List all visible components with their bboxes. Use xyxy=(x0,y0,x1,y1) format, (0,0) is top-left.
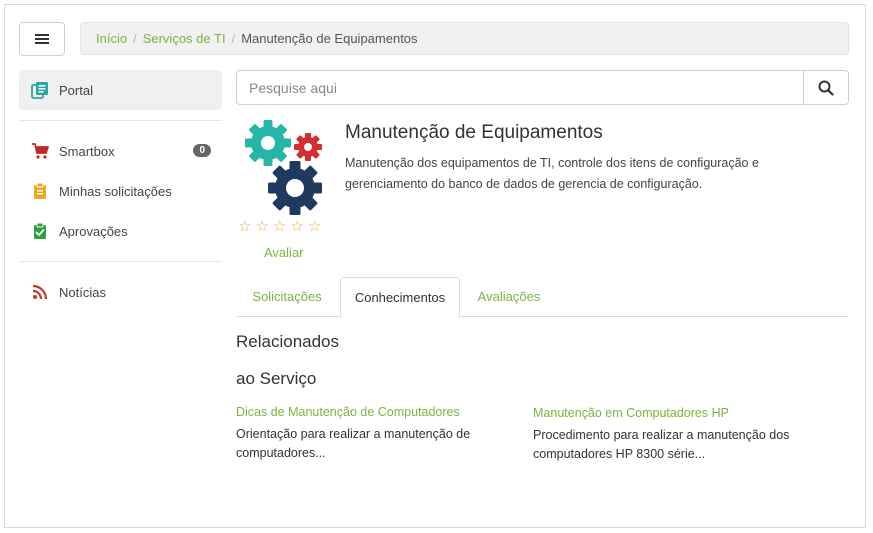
rating-stars: ☆ ☆ ☆ ☆ ☆ xyxy=(238,219,321,234)
cart-icon xyxy=(31,142,49,160)
breadcrumb-link-inicio[interactable]: Início xyxy=(96,31,127,46)
portal-icon xyxy=(31,81,49,99)
tab-conhecimentos[interactable]: Conhecimentos xyxy=(340,277,460,318)
sidebar-divider xyxy=(19,261,222,262)
breadcrumb-separator: / xyxy=(133,31,137,46)
sidebar-item-label: Minhas solicitações xyxy=(59,183,172,199)
article-description: Orientação para realizar a manutenção de… xyxy=(236,427,471,460)
sidebar-divider xyxy=(19,120,222,121)
article-card: Manutenção em Computadores HP Procedimen… xyxy=(533,404,823,464)
search-button[interactable] xyxy=(803,71,848,104)
sidebar-item-label: Notícias xyxy=(59,284,106,300)
breadcrumb-separator: / xyxy=(231,31,236,46)
article-description: Procedimento para realizar a manutenção … xyxy=(533,428,790,461)
tab-avaliacoes[interactable]: Avaliações xyxy=(462,277,556,317)
gears-icon xyxy=(240,116,328,216)
search-icon xyxy=(818,80,834,96)
service-description: Manutenção dos equipamentos de TI, contr… xyxy=(345,156,759,191)
sidebar-item-label: Smartbox xyxy=(59,143,115,159)
rss-icon xyxy=(31,283,49,301)
tab-bar: Solicitações Conhecimentos Avaliações xyxy=(236,277,849,318)
clipboard-icon xyxy=(31,182,49,200)
sidebar: Portal Smartbox 0 Minhas solicitações Ap… xyxy=(19,70,222,312)
rate-link[interactable]: Avaliar xyxy=(264,245,304,260)
tab-solicitacoes[interactable]: Solicitações xyxy=(236,277,338,317)
search-input[interactable] xyxy=(237,71,803,104)
sidebar-item-aprovacoes[interactable]: Aprovações xyxy=(19,211,222,251)
breadcrumb: Início / Serviços de TI / Manutenção de … xyxy=(80,22,849,55)
star-3[interactable]: ☆ xyxy=(273,219,286,234)
sidebar-item-label: Portal xyxy=(59,82,93,98)
star-5[interactable]: ☆ xyxy=(308,219,321,234)
service-title: Manutenção de Equipamentos xyxy=(345,122,603,143)
sidebar-item-noticias[interactable]: Notícias xyxy=(19,272,222,312)
clipboard-check-icon xyxy=(31,222,49,240)
article-title-link[interactable]: Dicas de Manutenção de Computadores xyxy=(236,403,526,421)
breadcrumb-link-servicos-ti[interactable]: Serviços de TI xyxy=(143,31,226,46)
sidebar-item-label: Aprovações xyxy=(59,223,128,239)
menu-toggle-button[interactable] xyxy=(19,22,65,56)
search-bar xyxy=(236,70,849,105)
sidebar-item-minhas-solicitacoes[interactable]: Minhas solicitações xyxy=(19,171,222,211)
sidebar-item-portal[interactable]: Portal xyxy=(19,70,222,110)
star-4[interactable]: ☆ xyxy=(290,219,303,234)
hamburger-icon xyxy=(35,34,49,44)
breadcrumb-current: Manutenção de Equipamentos xyxy=(241,31,418,46)
star-2[interactable]: ☆ xyxy=(255,219,268,234)
article-title-link[interactable]: Manutenção em Computadores HP xyxy=(533,404,823,422)
sidebar-item-smartbox[interactable]: Smartbox 0 xyxy=(19,131,222,171)
related-subheading: ao Serviço xyxy=(236,369,317,388)
star-1[interactable]: ☆ xyxy=(238,219,251,234)
smartbox-count-badge: 0 xyxy=(193,144,211,157)
article-card: Dicas de Manutenção de Computadores Orie… xyxy=(236,403,526,463)
related-heading: Relacionados xyxy=(236,332,340,351)
